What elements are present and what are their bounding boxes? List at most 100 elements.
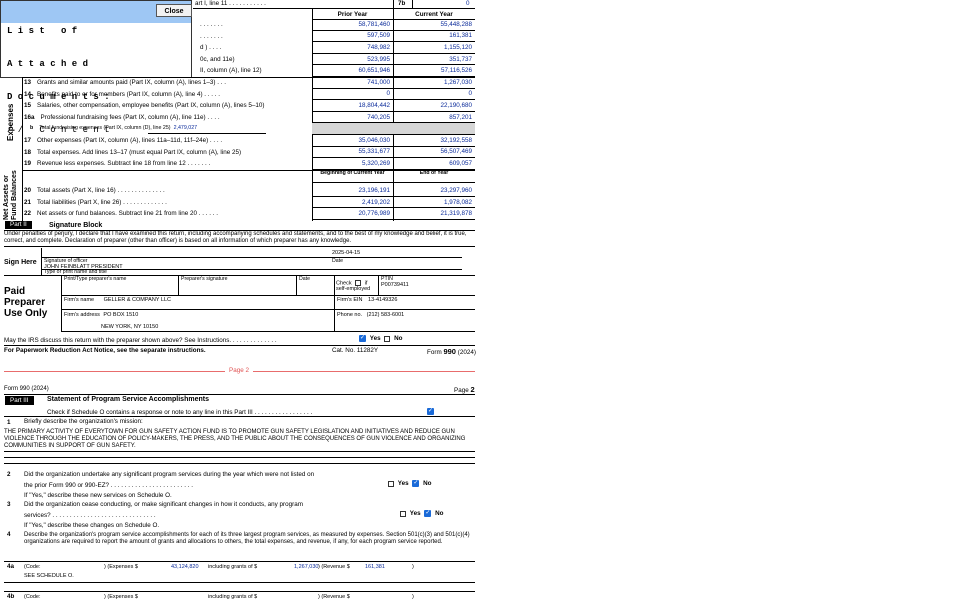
current-value: 21,319,878 <box>393 208 475 221</box>
q3-no-checkbox[interactable]: ✓ <box>424 510 432 517</box>
end-of-year-header: End of Year <box>419 170 449 176</box>
q3-note: If "Yes," describe these changes on Sche… <box>24 522 160 529</box>
prior-value: 23,196,191 <box>312 185 393 197</box>
line-description: Grants and similar amounts paid (Part IX… <box>37 79 226 86</box>
q4a-grants-label: including grants of $ <box>208 564 258 570</box>
line-text: 16a Professional fundraising fees (Part I… <box>24 114 220 121</box>
line-number: 21 <box>24 198 32 206</box>
q2-yes-label: Yes <box>397 480 409 488</box>
q2-note: If "Yes," describe these new services on… <box>24 492 172 499</box>
line-description: Total liabilities (Part X, line 26) . . … <box>37 198 167 206</box>
irs-no-label: No <box>394 335 403 343</box>
q4a-expenses-label: ) (Expenses $ <box>104 564 138 570</box>
expenses-side-label: Expenses <box>6 103 15 141</box>
line-number: 16a <box>24 113 35 121</box>
self-employed-label: self-employed <box>336 286 371 293</box>
q2-no-label: No <box>423 480 432 488</box>
q3-yes-checkbox[interactable] <box>400 510 406 517</box>
line-fragment: 0c, and 11e) <box>200 55 235 63</box>
date-label: Date <box>332 258 343 264</box>
signature-date-value: 2025-04-15 <box>332 250 361 256</box>
q4a-revenue-value: 161,381 <box>365 564 385 570</box>
irs-discuss-answer: ✓ Yes No <box>357 335 403 342</box>
part-iii-title: Statement of Program Service Accomplishm… <box>47 396 209 403</box>
phone-row: Phone no. (212) 583-6001 <box>337 312 404 318</box>
q4b-grants-label: including grants of $ <box>208 594 258 600</box>
officer-signature-field[interactable] <box>42 247 330 257</box>
line-fragment: d ) . . . . <box>200 44 222 52</box>
line-fragment: . . . . . . . <box>200 32 223 40</box>
irs-no-checkbox[interactable] <box>384 335 391 342</box>
page2-number: Page 2 <box>454 385 475 394</box>
prior-value: 55,331,677 <box>312 147 393 159</box>
line-7a-fragment: art I, line 11 . . . . . . . . . . . <box>195 0 266 7</box>
current-value: 857,201 <box>393 112 475 124</box>
q3-text-line2: services? . . . . . . . . . . . . . . . … <box>24 512 156 519</box>
self-employed-check: Check if self-employed <box>336 280 370 292</box>
line-text: 17 Other expenses (Part IX, column (A), l… <box>24 137 222 144</box>
q4b-code-label: (Code: <box>24 594 41 600</box>
schedule-o-check-text: Check if Schedule O contains a response … <box>47 409 313 416</box>
q2-yes-checkbox[interactable] <box>388 480 394 487</box>
beginning-year-header: Beginning of Current Year <box>320 170 385 176</box>
prior-year-header: Prior Year <box>337 11 368 18</box>
q4a-code-label: (Code: <box>24 564 41 570</box>
firm-address-row: Firm's address PO BOX 1510 <box>64 312 138 318</box>
prior-value: 748,982 <box>312 42 393 54</box>
preparer-name-label: Print/Type preparer's name <box>64 276 127 282</box>
line-number: 14 <box>24 90 32 98</box>
line-number: 17 <box>24 137 32 144</box>
irs-yes-checkbox[interactable]: ✓ <box>359 335 366 342</box>
firm-city: NEW YORK, NY 10150 <box>101 324 159 330</box>
firm-ein-value: 13-4149326 <box>368 297 398 303</box>
line-7b-number: 7b <box>398 0 406 7</box>
q3-no-label: No <box>435 510 444 518</box>
current-value: 22,190,680 <box>393 100 475 112</box>
firm-ein-row: Firm's EIN 13-4149326 <box>337 297 397 303</box>
line-text: 21 Total liabilities (Part X, line 26) . … <box>24 199 167 206</box>
q4a-revenue-label: ) (Revenue $ <box>318 564 350 570</box>
current-value: 1,155,120 <box>393 42 475 54</box>
q3-number: 3 <box>7 501 11 508</box>
prior-value: 523,995 <box>312 54 393 66</box>
q1-number: 1 <box>7 419 11 426</box>
q2-text-line1: Did the organization undertake any signi… <box>24 471 315 478</box>
line-fragment: . . . . . . . <box>200 21 223 28</box>
form-footer: Form 990 (2024) <box>427 347 476 356</box>
line-description: Revenue less expenses. Subtract line 18 … <box>37 160 211 168</box>
close-button[interactable]: Close <box>156 4 192 17</box>
q4a-close-paren: ) <box>412 564 414 570</box>
prior-value: 2,419,202 <box>312 197 393 209</box>
sign-here-label: Sign Here <box>4 259 37 266</box>
prior-value: 18,804,442 <box>312 100 393 112</box>
prior-value: 58,781,460 <box>312 19 393 31</box>
form-prefix: Form <box>427 349 442 356</box>
line-description: Other expenses (Part IX, column (A), lin… <box>37 137 223 144</box>
q3-yes-label: Yes <box>409 510 421 518</box>
q2-no-checkbox[interactable]: ✓ <box>412 480 420 487</box>
line-number: 19 <box>24 160 32 168</box>
q2-answer: Yes ✓ No <box>386 480 432 487</box>
self-employed-checkbox[interactable] <box>355 280 362 286</box>
line-text: 13 Grants and similar amounts paid (Part … <box>24 79 226 86</box>
q3-answer: Yes ✓ No <box>398 510 444 517</box>
mission-statement: THE PRIMARY ACTIVITY OF EVERYTOWN FOR GU… <box>4 429 466 449</box>
perjury-statement: Under penalties of perjury, I declare th… <box>4 231 467 244</box>
net-assets-side-label: Net Assets or Fund Balances <box>3 170 19 220</box>
current-value: 55,448,288 <box>393 19 475 31</box>
popup-title-line: L i s t o f <box>7 26 78 36</box>
line-description: Salaries, other compensation, employee b… <box>37 102 265 110</box>
line-description: Total fundraising expenses (Part IX, col… <box>39 125 171 132</box>
line-7b-value: 0 <box>466 0 470 7</box>
firm-address-value: PO BOX 1510 <box>103 312 139 318</box>
line-description: Professional fundraising fees (Part IX, … <box>40 113 220 121</box>
q4b-revenue-label: ) (Revenue $ <box>318 594 350 600</box>
q4b-expenses-label: ) (Expenses $ <box>104 594 138 600</box>
current-value: 351,737 <box>393 54 475 66</box>
cat-number: Cat. No. 11282Y <box>332 347 379 354</box>
schedule-o-checkbox[interactable]: ✓ <box>425 408 436 415</box>
line-number: 15 <box>24 102 32 110</box>
phone-label: Phone no. <box>337 312 363 318</box>
q4-number: 4 <box>7 531 11 538</box>
shaded-cell <box>312 123 475 135</box>
